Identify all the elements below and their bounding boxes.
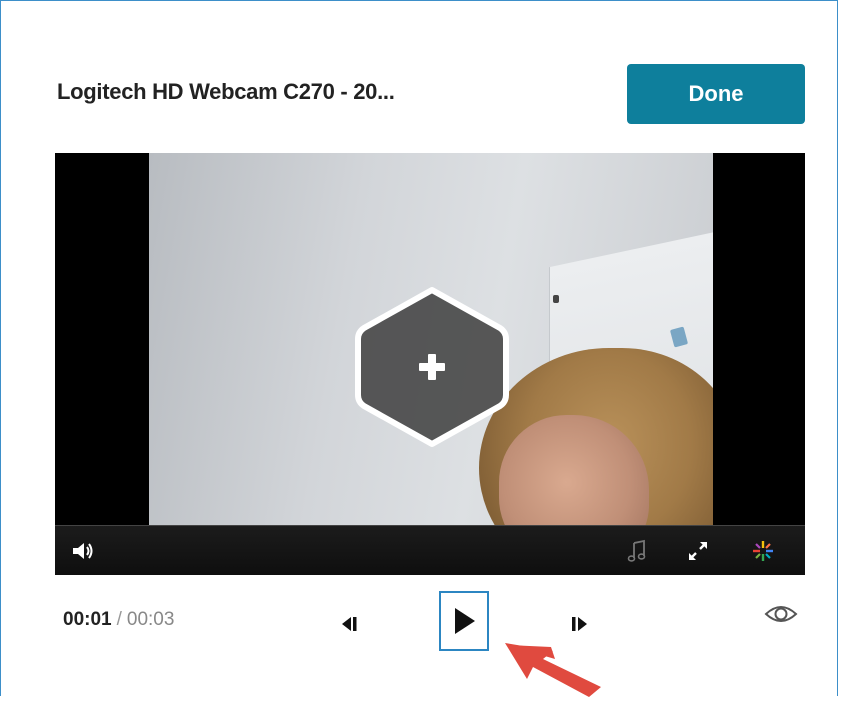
step-back-icon[interactable] — [335, 609, 365, 639]
video-scene-detail — [553, 295, 559, 303]
annotation-arrow — [497, 637, 607, 697]
volume-icon[interactable] — [69, 537, 97, 565]
time-display: 00:01/00:03 — [63, 609, 174, 631]
current-time: 00:01 — [63, 609, 112, 630]
media-title: Logitech HD Webcam C270 - 20... — [57, 79, 395, 104]
play-button[interactable] — [439, 591, 489, 651]
sparkle-icon[interactable] — [749, 537, 777, 565]
done-button[interactable]: Done — [627, 64, 805, 124]
play-icon — [455, 608, 475, 634]
media-editor-panel: Logitech HD Webcam C270 - 20... Done 00:… — [0, 0, 838, 697]
time-separator: / — [116, 609, 122, 630]
video-player[interactable] — [55, 153, 805, 575]
duration: 00:03 — [126, 609, 175, 630]
video-control-bar — [55, 525, 805, 575]
hexagon-plus-icon[interactable] — [352, 284, 512, 450]
playback-controls: 00:01/00:03 — [57, 591, 817, 657]
fullscreen-icon[interactable] — [684, 537, 712, 565]
eye-icon[interactable] — [763, 599, 799, 629]
step-forward-icon[interactable] — [564, 609, 594, 639]
music-note-icon[interactable] — [623, 537, 651, 565]
